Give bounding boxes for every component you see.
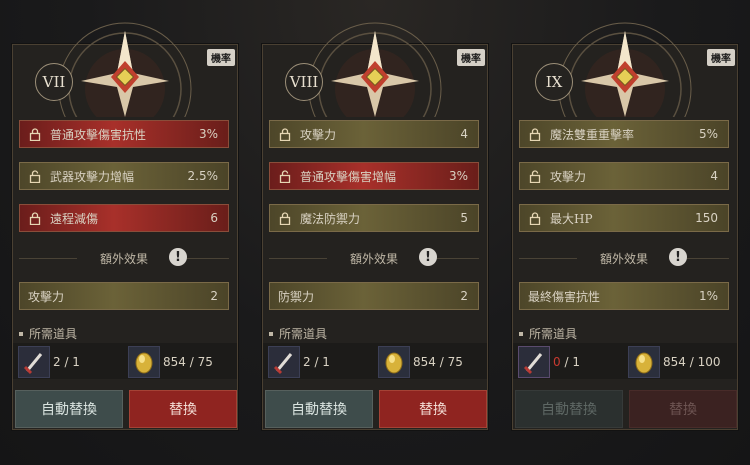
probability-badge[interactable]: 機率 [207,49,235,66]
stat-value: 2.5% [187,169,219,183]
exclamation-icon[interactable]: ! [669,248,687,266]
stat-value: 150 [695,211,718,225]
stat-value: 2 [460,289,468,303]
stat-label: 武器攻擊力增幅 [50,169,135,184]
required-items: 2 / 1 854 / 75 [263,343,487,379]
item-count: 854 / 100 [663,355,721,369]
stat-value: 2 [210,289,218,303]
stat-row[interactable]: 攻擊力 4 [269,120,479,148]
gold-egg-item-icon[interactable] [378,346,410,378]
replace-button[interactable]: 替換 [629,390,737,428]
extra-effect-title: 額外效果 [599,251,648,266]
stat-row[interactable]: 普通攻擊傷害增幅 3% [269,162,479,190]
panel-vii: VII 機率 普通攻擊傷害抗性 3% 武器攻擊力增幅 2.5% 遠程減傷 6 額… [12,22,238,430]
compass-star-emblem [547,17,703,117]
stat-value: 3% [198,127,218,141]
lock-icon[interactable] [28,211,42,225]
stat-value: 5% [698,127,718,141]
stat-label: 魔法雙重重擊率 [550,127,635,142]
exclamation-icon[interactable]: ! [169,248,187,266]
stat-row[interactable]: 武器攻擊力增幅 2.5% [19,162,229,190]
slot-number-roman: VII [35,63,73,101]
extra-effect-title: 額外效果 [99,251,148,266]
stat-row[interactable]: 遠程減傷 6 [19,204,229,232]
extra-stat-row: 防禦力 2 [269,282,479,310]
lock-icon[interactable] [28,127,42,141]
stat-label: 攻擊力 [300,127,337,142]
extra-effect-header: 額外效果 ! [269,247,479,269]
extra-effect-title: 額外效果 [349,251,398,266]
stat-label: 魔法防禦力 [300,211,361,226]
slot-number-roman: VIII [285,63,323,101]
sword-item-icon[interactable] [18,346,50,378]
required-items: 0 / 1 854 / 100 [513,343,737,379]
gold-egg-item-icon[interactable] [628,346,660,378]
replace-button[interactable]: 替換 [129,390,237,428]
sword-item-icon[interactable] [268,346,300,378]
stat-value: 1% [698,289,718,303]
lock-icon[interactable] [528,211,542,225]
stat-row[interactable]: 攻擊力 4 [519,162,729,190]
auto-replace-button[interactable]: 自動替換 [265,390,373,428]
divider [19,258,77,259]
stat-value: 4 [460,127,468,141]
sword-item-icon[interactable] [518,346,550,378]
probability-badge[interactable]: 機率 [457,49,485,66]
lock-icon[interactable] [528,127,542,141]
unlock-icon[interactable] [278,169,292,183]
exclamation-icon[interactable]: ! [419,248,437,266]
divider [269,258,327,259]
stat-value: 4 [710,169,718,183]
extra-effect-header: 額外效果 ! [519,247,729,269]
stat-label: 攻擊力 [28,289,65,304]
required-items-title: 所需道具 [19,325,77,342]
stat-label: 防禦力 [278,289,315,304]
lock-icon[interactable] [278,127,292,141]
unlock-icon[interactable] [28,169,42,183]
auto-replace-button[interactable]: 自動替換 [15,390,123,428]
item-count: 854 / 75 [163,355,213,369]
stat-label: 普通攻擊傷害抗性 [50,127,147,142]
item-count: 0 / 1 [553,355,580,369]
unlock-icon[interactable] [528,169,542,183]
panel-ix: IX 機率 魔法雙重重擊率 5% 攻擊力 4 最大HP 150 額外效果 ! 最… [512,22,738,430]
stat-label: 普通攻擊傷害增幅 [300,169,397,184]
stat-value: 5 [460,211,468,225]
item-count: 2 / 1 [303,355,330,369]
item-count: 854 / 75 [413,355,463,369]
stat-row[interactable]: 魔法雙重重擊率 5% [519,120,729,148]
stat-value: 3% [448,169,468,183]
item-count-rest: / 1 [560,355,580,369]
auto-replace-button[interactable]: 自動替換 [515,390,623,428]
probability-badge[interactable]: 機率 [707,49,735,66]
item-count: 2 / 1 [53,355,80,369]
replace-button[interactable]: 替換 [379,390,487,428]
stat-label: 攻擊力 [550,169,587,184]
required-items-title: 所需道具 [519,325,577,342]
stat-row[interactable]: 魔法防禦力 5 [269,204,479,232]
slot-replace-screen: VII 機率 普通攻擊傷害抗性 3% 武器攻擊力增幅 2.5% 遠程減傷 6 額… [0,0,750,465]
stat-row[interactable]: 最大HP 150 [519,204,729,232]
required-items-title: 所需道具 [269,325,327,342]
extra-stat-row: 攻擊力 2 [19,282,229,310]
required-items: 2 / 1 854 / 75 [13,343,237,379]
gold-egg-item-icon[interactable] [128,346,160,378]
stat-row[interactable]: 普通攻擊傷害抗性 3% [19,120,229,148]
compass-star-emblem [297,17,453,117]
stat-value: 6 [210,211,218,225]
slot-number-roman: IX [535,63,573,101]
stat-label: 遠程減傷 [50,211,99,226]
stat-label: 最大HP [550,211,593,226]
extra-stat-row: 最終傷害抗性 1% [519,282,729,310]
divider [519,258,577,259]
extra-effect-header: 額外效果 ! [19,247,229,269]
panel-viii: VIII 機率 攻擊力 4 普通攻擊傷害增幅 3% 魔法防禦力 5 額外效果 !… [262,22,488,430]
compass-star-emblem [47,17,203,117]
lock-icon[interactable] [278,211,292,225]
item-count-low: 0 [553,355,561,369]
stat-label: 最終傷害抗性 [528,289,601,304]
